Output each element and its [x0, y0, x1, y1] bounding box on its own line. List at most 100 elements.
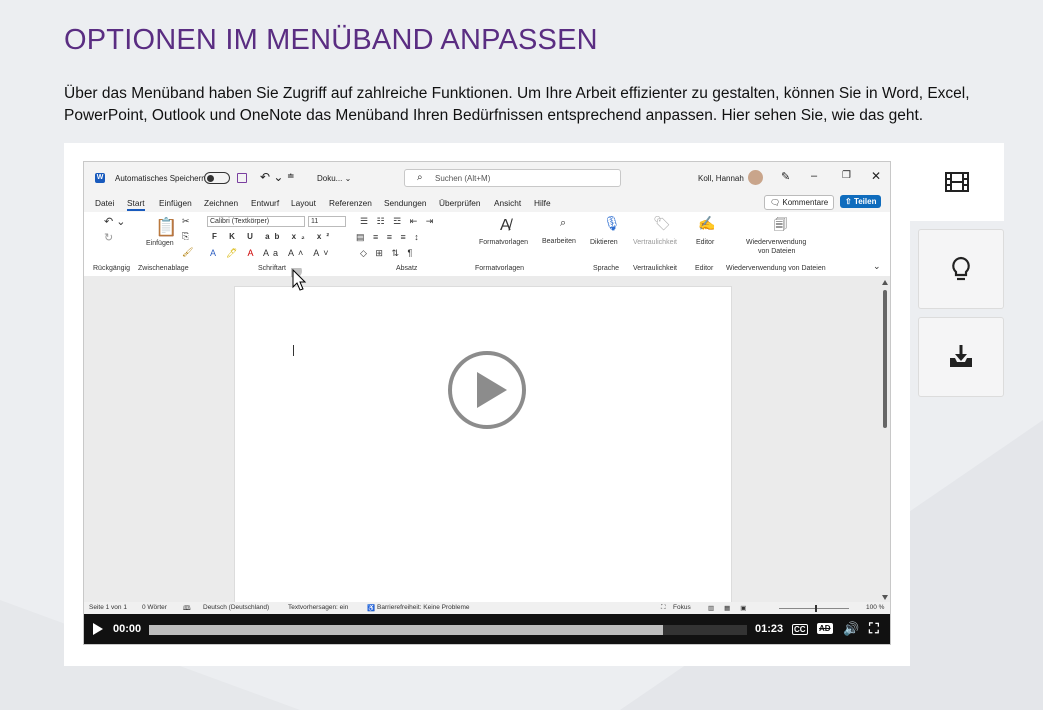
zoom-slider[interactable] — [779, 605, 849, 612]
tab-datei[interactable]: Datei — [95, 198, 114, 208]
group-label-font: Schriftart — [258, 265, 287, 272]
group-label-undo: Rückgängig — [93, 265, 130, 272]
autosave-label: Automatisches Speichern — [115, 174, 206, 183]
ribbon-tabs: Datei Start Einfügen Zeichnen Entwurf La… — [84, 195, 890, 212]
status-page: Seite 1 von 1 — [89, 604, 127, 611]
cut-icon[interactable]: ✂ — [182, 216, 190, 227]
edit-icon[interactable]: ⌕ — [560, 217, 566, 230]
tab-zeichnen[interactable]: Zeichnen — [204, 198, 238, 208]
tab-start[interactable]: Start — [127, 198, 145, 211]
minimize-icon[interactable]: – — [811, 170, 817, 182]
progress-bar[interactable] — [149, 625, 747, 635]
quick-access-more-icon[interactable]: ≐ — [287, 171, 295, 182]
word-logo-icon: W — [95, 173, 105, 183]
redo-icon[interactable]: ↻ — [104, 231, 113, 244]
restore-icon[interactable]: ❐ — [842, 170, 851, 181]
captions-icon[interactable]: CC — [792, 624, 808, 635]
font-color-buttons[interactable]: A 🖊 A Aa A˄ A˅ — [210, 248, 333, 259]
progress-fill — [149, 625, 664, 635]
font-name-select[interactable]: Calibri (Textkörper) — [207, 216, 305, 227]
paragraph-buttons[interactable]: ☰ ☷ ☲ ⇤ ⇥ — [360, 216, 436, 227]
paste-label[interactable]: Einfügen — [146, 240, 174, 247]
tab-ansicht[interactable]: Ansicht — [494, 198, 521, 208]
status-language: Deutsch (Deutschland) — [203, 604, 270, 611]
tip-button[interactable] — [918, 229, 1004, 309]
status-accessibility: Barrierefreiheit: Keine Probleme — [377, 604, 470, 611]
document-area — [84, 276, 890, 616]
status-zoom[interactable]: 100 % — [866, 604, 884, 611]
tab-ueberpruefen[interactable]: Überprüfen — [439, 198, 481, 208]
download-icon — [950, 345, 972, 367]
status-focus[interactable]: Fokus — [673, 604, 691, 611]
paste-icon[interactable]: 📋 — [155, 217, 177, 238]
dictate-icon[interactable]: 🎙 — [603, 215, 621, 232]
download-button[interactable] — [918, 317, 1004, 397]
group-label-sensitivity: Vertraulichkeit — [633, 265, 677, 272]
video-tab-button[interactable] — [910, 143, 1004, 221]
format-painter-icon[interactable]: 🖌 — [182, 247, 193, 258]
reuse-files-label-1[interactable]: Wiederverwendung — [746, 239, 806, 246]
font-format-buttons[interactable]: F K U ab x₂ x² — [212, 232, 334, 241]
user-name[interactable]: Koll, Hannah — [698, 174, 744, 183]
play-icon[interactable] — [93, 623, 103, 635]
sensitivity-icon: 🏷 — [653, 215, 671, 231]
tab-referenzen[interactable]: Referenzen — [329, 198, 372, 208]
volume-icon[interactable]: 🔊 — [843, 621, 859, 637]
current-time: 00:00 — [113, 623, 142, 635]
group-label-clipboard: Zwischenablage — [138, 265, 189, 272]
tab-entwurf[interactable]: Entwurf — [251, 198, 279, 208]
search-placeholder: Suchen (Alt+M) — [435, 174, 491, 183]
styles-label[interactable]: Formatvorlagen — [479, 239, 528, 246]
tab-einfuegen[interactable]: Einfügen — [159, 198, 192, 208]
search-icon: ⌕ — [417, 172, 423, 183]
styles-icon[interactable]: A̸ — [500, 217, 511, 235]
group-label-editor: Editor — [695, 265, 714, 272]
intro-text: Über das Menüband haben Sie Zugriff auf … — [64, 85, 970, 124]
lightbulb-icon — [952, 256, 970, 281]
duration: 01:23 — [755, 623, 784, 635]
pen-icon[interactable]: ✎ — [781, 170, 790, 183]
shading-buttons[interactable]: ◇ ⊞ ⇅ ¶ — [360, 248, 415, 259]
editor-label[interactable]: Editor — [696, 239, 714, 246]
font-size-select[interactable]: 11 — [308, 216, 346, 227]
tab-hilfe[interactable]: Hilfe — [534, 198, 551, 208]
dictate-label[interactable]: Diktieren — [590, 239, 618, 246]
vertical-scrollbar[interactable] — [882, 280, 888, 600]
reuse-files-label-2[interactable]: von Dateien — [758, 248, 795, 255]
focus-icon[interactable]: ⛶ — [661, 604, 666, 612]
comments-button[interactable]: 🗨 Kommentare — [764, 195, 835, 210]
view-icons[interactable]: ▥▦▣ — [708, 604, 756, 612]
editor-icon[interactable]: ✍ — [698, 215, 715, 232]
word-titlebar: W Automatisches Speichern ↶ ⌄ ≐ Doku... … — [84, 162, 890, 195]
copy-icon[interactable]: ⎘ — [182, 231, 189, 242]
video-player[interactable]: W Automatisches Speichern ↶ ⌄ ≐ Doku... … — [83, 161, 891, 645]
edit-label[interactable]: Bearbeiten — [542, 238, 576, 245]
mouse-cursor-icon — [291, 268, 307, 291]
status-predictions: Textvorhersagen: ein — [288, 604, 349, 611]
accessibility-icon: ♿ — [367, 605, 376, 612]
align-buttons[interactable]: ▤ ≡ ≡ ≡ ↕ — [356, 232, 422, 243]
ribbon-collapse-icon[interactable]: ⌄ — [873, 261, 881, 272]
tab-sendungen[interactable]: Sendungen — [384, 198, 426, 208]
close-icon[interactable]: ✕ — [871, 169, 881, 183]
group-label-voice: Sprache — [593, 265, 620, 272]
page-title: OPTIONEN IM MENÜBAND ANPASSEN — [64, 24, 598, 56]
film-icon — [945, 172, 969, 192]
avatar[interactable] — [748, 170, 763, 185]
player-controls: 00:00 01:23 CC AD 🔊 ⛶ — [84, 614, 890, 644]
document-page[interactable] — [234, 286, 732, 616]
play-overlay-icon[interactable] — [447, 350, 527, 430]
share-button[interactable]: ⇧ Teilen — [840, 195, 882, 208]
reuse-files-icon[interactable]: 🗐 — [774, 216, 787, 238]
group-label-reuse: Wiederverwendung von Dateien — [726, 265, 826, 272]
ribbon: ↶ ⌄ ↻ 📋 Einfügen ✂ ⎘ 🖌 Calibri (Textkörp… — [90, 213, 885, 275]
search-box[interactable]: ⌕ Suchen (Alt+M) — [404, 169, 621, 187]
document-name[interactable]: Doku... ⌄ — [317, 174, 351, 183]
undo-icon[interactable]: ↶ ⌄ — [104, 215, 126, 228]
tab-layout[interactable]: Layout — [291, 198, 316, 208]
undo-icon[interactable]: ↶ ⌄ — [260, 170, 283, 184]
audio-description-icon[interactable]: AD — [817, 623, 833, 634]
fullscreen-icon[interactable]: ⛶ — [869, 620, 879, 637]
save-icon[interactable] — [237, 173, 247, 183]
autosave-toggle[interactable] — [204, 172, 230, 184]
